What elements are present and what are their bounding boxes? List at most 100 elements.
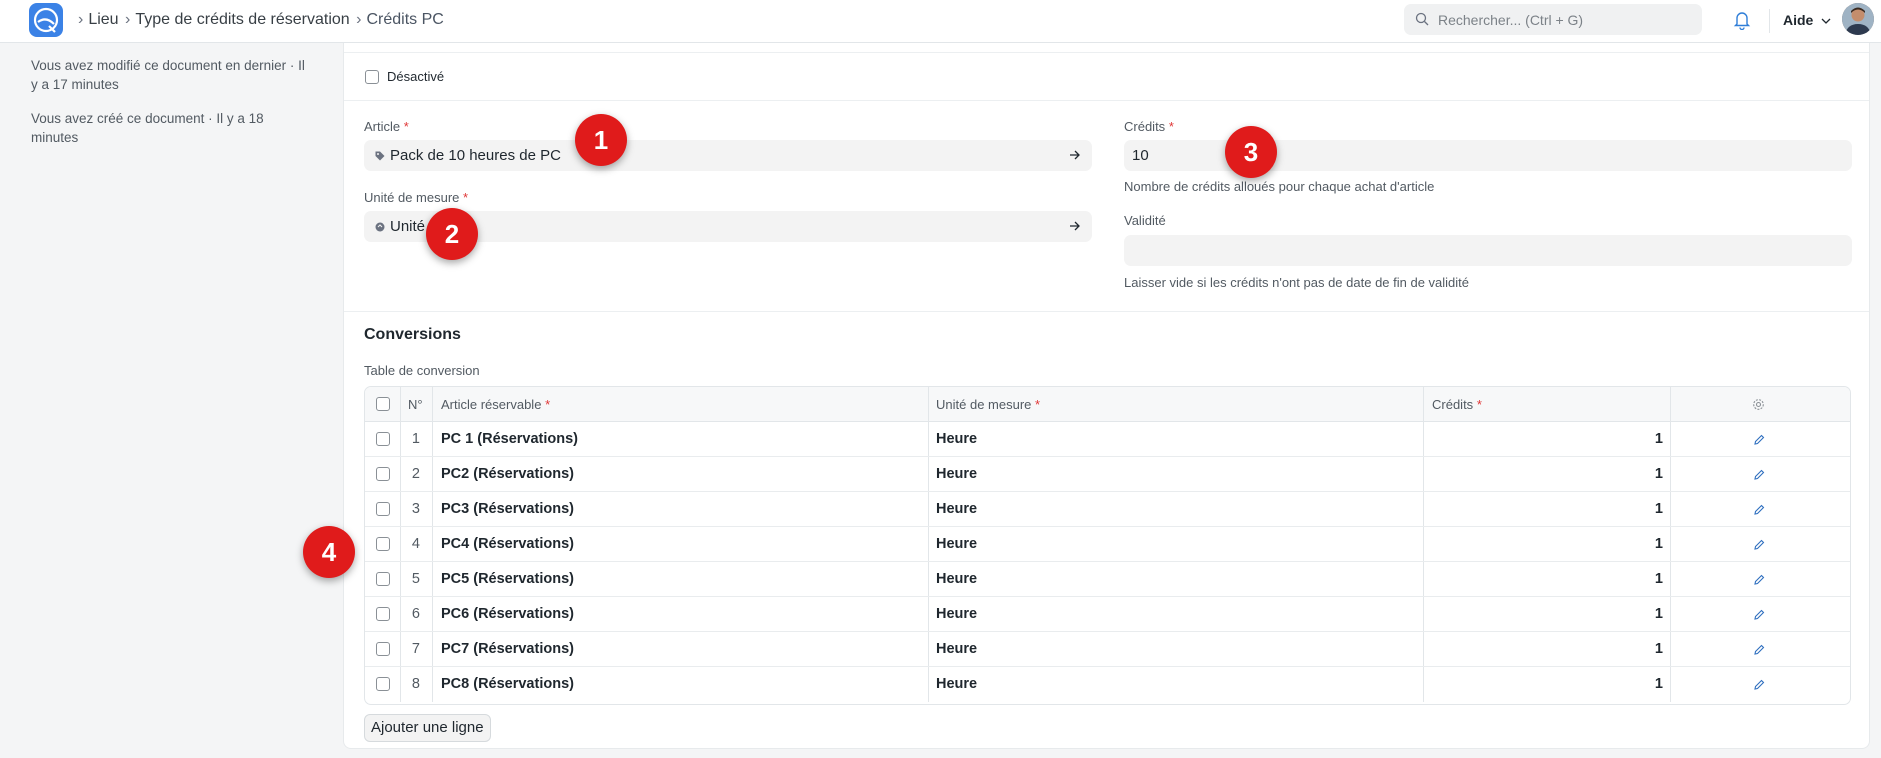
disabled-checkbox[interactable] [365,70,379,84]
row-uom-cell[interactable]: Heure [936,641,977,657]
edit-pencil-icon[interactable] [1753,434,1765,446]
row-uom-cell[interactable]: Heure [936,431,977,447]
column-divider [1670,527,1671,561]
row-article-cell[interactable]: PC3 (Réservations) [441,501,574,517]
table-row[interactable]: 6 PC6 (Réservations) Heure 1 [365,597,1850,632]
table-row[interactable]: 5 PC5 (Réservations) Heure 1 [365,562,1850,597]
column-divider [928,422,929,456]
breadcrumb-item-booking-credit-type[interactable]: Type de crédits de réservation [135,11,349,28]
validity-field[interactable] [1124,235,1852,266]
breadcrumb-item-lieu[interactable]: Lieu [88,11,118,28]
row-number: 3 [411,501,420,517]
row-number: 7 [411,641,420,657]
help-dropdown[interactable]: Aide [1783,12,1831,28]
row-uom-cell[interactable]: Heure [936,676,977,692]
row-article-cell[interactable]: PC8 (Réservations) [441,676,574,692]
header-article[interactable]: Article réservable * [441,397,550,412]
chevron-right-icon: › [356,11,362,28]
row-uom-cell[interactable]: Heure [936,536,977,552]
column-divider [1670,457,1671,491]
row-article-cell[interactable]: PC2 (Réservations) [441,466,574,482]
table-row[interactable]: 2 PC2 (Réservations) Heure 1 [365,457,1850,492]
row-credits-cell[interactable]: 1 [1423,466,1663,482]
column-divider [928,562,929,596]
column-divider [928,457,929,491]
bell-icon[interactable] [1733,10,1751,30]
row-uom-cell[interactable]: Heure [936,501,977,517]
table-row[interactable]: 1 PC 1 (Réservations) Heure 1 [365,422,1850,457]
row-credits-cell[interactable]: 1 [1423,676,1663,692]
row-credits-cell[interactable]: 1 [1423,571,1663,587]
table-row[interactable]: 8 PC8 (Réservations) Heure 1 [365,667,1850,702]
column-divider [1670,667,1671,702]
row-article-cell[interactable]: PC6 (Réservations) [441,606,574,622]
column-divider [1670,422,1671,456]
edit-pencil-icon[interactable] [1753,539,1765,551]
table-row[interactable]: 4 PC4 (Réservations) Heure 1 [365,527,1850,562]
section-divider [344,100,1869,101]
annotation-marker-1: 1 [575,114,627,166]
unit-icon [375,222,385,232]
edit-pencil-icon[interactable] [1753,504,1765,516]
row-credits-cell[interactable]: 1 [1423,431,1663,447]
help-label: Aide [1783,12,1814,28]
search-icon [1415,12,1429,26]
row-uom-cell[interactable]: Heure [936,571,977,587]
disabled-label: Désactivé [387,69,445,84]
chevron-right-icon: › [78,11,84,28]
chevron-down-icon [1821,18,1831,25]
row-article-cell[interactable]: PC7 (Réservations) [441,641,574,657]
row-number: 2 [411,466,420,482]
article-field[interactable]: Pack de 10 heures de PC [364,140,1092,171]
app-logo[interactable] [29,3,63,37]
column-divider [928,597,929,631]
column-divider [432,387,433,421]
edit-pencil-icon[interactable] [1753,609,1765,621]
section-divider [344,311,1869,312]
row-uom-cell[interactable]: Heure [936,606,977,622]
row-article-cell[interactable]: PC4 (Réservations) [441,536,574,552]
search-bar[interactable] [1404,4,1702,35]
header-credits[interactable]: Crédits * [1432,397,1482,412]
column-divider [1670,597,1671,631]
column-divider [928,387,929,421]
conversions-section-title: Conversions [364,326,461,343]
header-uom[interactable]: Unité de mesure * [936,397,1040,412]
row-credits-cell[interactable]: 1 [1423,641,1663,657]
uom-label: Unité de mesure * [364,190,469,205]
column-divider [1670,387,1671,421]
search-input[interactable] [1438,4,1693,35]
edit-pencil-icon[interactable] [1753,469,1765,481]
section-divider [344,52,1869,53]
credits-value: 10 [1132,147,1149,164]
row-number: 4 [411,536,420,552]
row-credits-cell[interactable]: 1 [1423,501,1663,517]
column-divider [432,457,433,491]
column-divider [1670,562,1671,596]
row-credits-cell[interactable]: 1 [1423,536,1663,552]
user-avatar[interactable] [1842,3,1874,35]
row-uom-cell[interactable]: Heure [936,466,977,482]
column-divider [1423,387,1424,421]
column-divider [432,632,433,666]
row-number: 6 [411,606,420,622]
edit-pencil-icon[interactable] [1753,644,1765,656]
edit-pencil-icon[interactable] [1753,574,1765,586]
row-article-cell[interactable]: PC 1 (Réservations) [441,431,578,447]
table-row[interactable]: 3 PC3 (Réservations) Heure 1 [365,492,1850,527]
breadcrumb-current: Crédits PC [366,11,444,28]
arrow-right-icon[interactable] [1069,149,1081,161]
navbar: › Lieu › Type de crédits de réservation › C… [0,0,1881,43]
created-text: Vous avez créé ce document · Il y a 18 m… [31,111,264,145]
arrow-right-icon[interactable] [1069,220,1081,232]
column-divider [432,667,433,702]
table-row[interactable]: 7 PC7 (Réservations) Heure 1 [365,632,1850,667]
settings-gear-icon[interactable] [1752,398,1765,411]
edit-pencil-icon[interactable] [1753,679,1765,691]
select-all-checkbox[interactable] [376,397,390,411]
row-article-cell[interactable]: PC5 (Réservations) [441,571,574,587]
last-modified-text: Vous avez modifié ce document en dernier… [31,58,305,92]
row-credits-cell[interactable]: 1 [1423,606,1663,622]
column-divider [432,597,433,631]
add-row-button[interactable]: Ajouter une ligne [364,714,491,742]
